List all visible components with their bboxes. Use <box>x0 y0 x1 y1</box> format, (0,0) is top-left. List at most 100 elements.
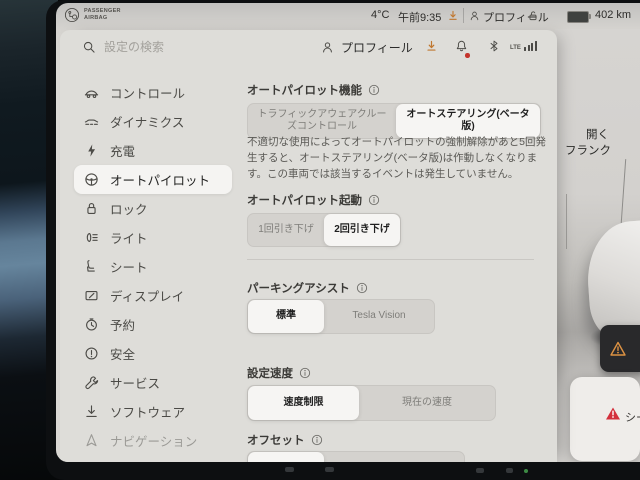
dock-icon <box>476 468 484 473</box>
dock-icon <box>325 467 334 472</box>
section-title-text: パーキングアシスト <box>247 280 350 296</box>
lock-icon <box>84 201 99 216</box>
section-title-text: 設定速度 <box>247 365 293 381</box>
option-autosteer-beta[interactable]: オートステアリング(ベータ版) <box>396 104 540 138</box>
sidebar-item-autopilot[interactable]: オートパイロット <box>74 165 232 194</box>
option-traffic-aware-cruise[interactable]: トラフィックアウェアクルーズコントロール <box>248 104 396 138</box>
tesla-dashboard-photo: PASSENGER AIRBAG 4°C 午前9:35 プロフィール 402 k… <box>0 0 640 480</box>
set-speed-segmented-control: 速度制限 現在の速度 <box>247 385 496 421</box>
divider <box>463 8 464 23</box>
seat-icon <box>84 259 99 274</box>
seatbelt-alert-card[interactable]: シー <box>570 377 640 461</box>
option-offset-left[interactable] <box>248 452 324 462</box>
frunk-open-button[interactable]: 開く <box>586 126 609 142</box>
charge-status-dot <box>524 469 528 473</box>
car-status-view: 開く フランク シー <box>555 29 640 462</box>
sidebar-label: コントロール <box>110 83 185 102</box>
search-input[interactable]: 設定の検索 <box>82 38 164 55</box>
frunk-label: フランク <box>565 142 611 158</box>
autopilot-activation-segmented-control: 1回引き下げ 2回引き下げ <box>247 213 401 247</box>
sidebar-item-safety[interactable]: 安全 <box>74 339 232 368</box>
autopilot-steering-wheel-icon <box>84 172 99 187</box>
sidebar-label: ライト <box>110 228 148 247</box>
section-title-autopilot-activation: オートパイロット起動 <box>247 192 380 208</box>
wrench-icon <box>84 375 99 390</box>
section-title-offset: オフセット <box>247 432 323 448</box>
info-icon[interactable] <box>311 434 323 446</box>
parking-assist-segmented-control: 標準 Tesla Vision <box>247 299 435 334</box>
info-icon[interactable] <box>299 367 311 379</box>
autopilot-strikeout-note: 不適切な使用によってオートパイロットの強制解除があと5回発生すると、オートステア… <box>247 135 549 182</box>
settings-sidebar: コントロール ダイナミクス 充電 オートパイロット ロック <box>74 78 232 455</box>
dock-icon <box>506 468 513 473</box>
sidebar-item-navigation[interactable]: ナビゲーション <box>74 426 232 455</box>
battery-icon[interactable] <box>567 11 589 23</box>
sidebar-label: ソフトウェア <box>110 402 185 421</box>
battery-range[interactable]: 402 km <box>595 9 631 21</box>
sidebar-item-scheduling[interactable]: 予約 <box>74 310 232 339</box>
option-offset-right[interactable] <box>324 452 464 462</box>
warning-toast[interactable] <box>600 325 640 372</box>
dynamics-car-icon <box>84 114 99 129</box>
info-icon[interactable] <box>356 282 368 294</box>
passenger-airbag-indicator: PASSENGER AIRBAG <box>64 7 121 23</box>
section-title-text: オートパイロット機能 <box>247 82 362 98</box>
sidebar-item-charging[interactable]: 充電 <box>74 136 232 165</box>
sidebar-item-software[interactable]: ソフトウェア <box>74 397 232 426</box>
sidebar-label: ナビゲーション <box>110 431 197 450</box>
sidebar-item-service[interactable]: サービス <box>74 368 232 397</box>
tesla-touchscreen: PASSENGER AIRBAG 4°C 午前9:35 プロフィール 402 k… <box>56 3 640 462</box>
headlight-icon <box>84 230 99 245</box>
option-current-speed[interactable]: 現在の速度 <box>359 386 495 420</box>
option-double-pull[interactable]: 2回引き下げ <box>324 214 400 246</box>
profile-person-icon <box>469 10 480 22</box>
unlock-icon[interactable] <box>527 9 539 22</box>
temperature[interactable]: 4°C <box>371 9 389 21</box>
autopilot-features-segmented-control: トラフィックアウェアクルーズコントロール オートステアリング(ベータ版) <box>247 103 541 139</box>
section-title-parking-assist: パーキングアシスト <box>247 280 368 296</box>
sidebar-item-controls[interactable]: コントロール <box>74 78 232 107</box>
option-single-pull[interactable]: 1回引き下げ <box>248 214 324 246</box>
sidebar-label: 予約 <box>110 315 135 334</box>
airbag-label-line1: PASSENGER <box>84 8 121 15</box>
offset-segmented-control <box>247 451 465 462</box>
alert-triangle-icon <box>605 406 621 421</box>
sidebar-label: シート <box>110 257 148 276</box>
sidebar-label: オートパイロット <box>110 170 210 189</box>
charging-bolt-icon <box>84 143 99 158</box>
sidebar-item-seats[interactable]: シート <box>74 252 232 281</box>
sidebar-item-display[interactable]: ディスプレイ <box>74 281 232 310</box>
section-title-set-speed: 設定速度 <box>247 365 311 381</box>
sidebar-item-dynamics[interactable]: ダイナミクス <box>74 107 232 136</box>
search-placeholder: 設定の検索 <box>104 38 164 55</box>
alert-text: シー <box>625 409 640 425</box>
dock-icon <box>285 467 294 472</box>
option-tesla-vision[interactable]: Tesla Vision <box>324 300 434 333</box>
controls-car-icon <box>84 85 99 100</box>
autopilot-settings-content: オートパイロット機能 トラフィックアウェアクルーズコントロール オートステアリン… <box>247 30 553 462</box>
sidebar-item-locks[interactable]: ロック <box>74 194 232 223</box>
door-callout-line <box>566 194 567 249</box>
sidebar-label: ロック <box>110 199 148 218</box>
software-download-icon <box>84 404 99 419</box>
settings-panel: 設定の検索 プロフィール <box>60 30 557 462</box>
sidebar-label: サービス <box>110 373 160 392</box>
sidebar-item-lights[interactable]: ライト <box>74 223 232 252</box>
info-icon[interactable] <box>368 194 380 206</box>
search-icon <box>82 40 96 54</box>
option-standard[interactable]: 標準 <box>248 300 324 333</box>
section-title-autopilot-features: オートパイロット機能 <box>247 82 380 98</box>
warning-triangle-icon <box>609 340 627 357</box>
section-title-text: オフセット <box>247 432 305 448</box>
info-icon[interactable] <box>368 84 380 96</box>
clock-icon <box>84 317 99 332</box>
status-bar: PASSENGER AIRBAG 4°C 午前9:35 プロフィール 402 k… <box>56 3 640 29</box>
airbag-label-line2: AIRBAG <box>84 15 121 22</box>
option-speed-limit[interactable]: 速度制限 <box>248 386 359 420</box>
sidebar-label: 安全 <box>110 344 135 363</box>
navigation-arrow-icon <box>84 433 99 448</box>
sidebar-label: ダイナミクス <box>110 112 184 131</box>
update-download-icon[interactable] <box>447 9 459 22</box>
clock: 午前9:35 <box>398 9 441 25</box>
airbag-icon <box>64 7 80 23</box>
